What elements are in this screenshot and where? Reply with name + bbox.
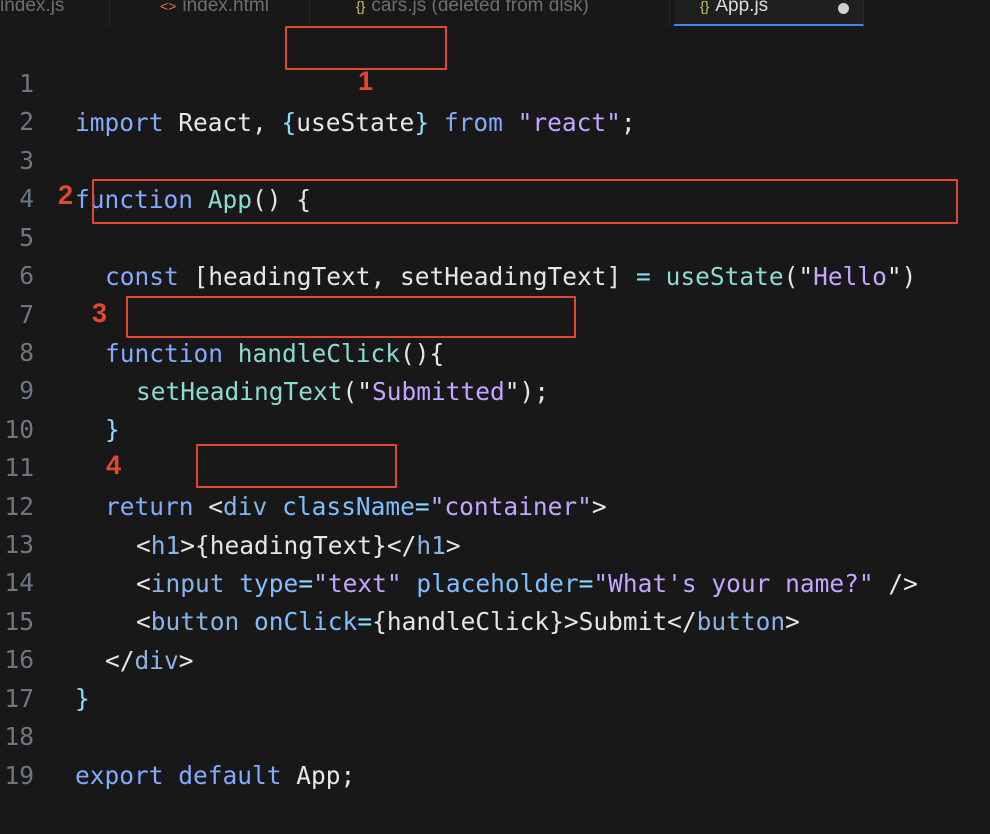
tab-label: cars.js (deleted from disk) [371,0,589,16]
code-line-14: 14 <button onClick={handleClick}>Submit<… [0,526,990,635]
tab-app-js[interactable]: {} App.js [674,0,864,26]
keyword: default [178,760,282,790]
code-line-16: 16 } [0,603,990,712]
code-line-12: 12 <h1>{headingText}</h1> [0,450,990,559]
keyword: export [75,760,164,790]
js-file-icon: {} [700,0,710,14]
code-line-18: 18 export default App; [0,680,990,789]
unsaved-dot-icon[interactable] [838,3,849,14]
code-line-17: 17 [0,642,990,713]
annotation-number-2: 2 [58,180,74,210]
code-line-2: 2 [0,65,990,136]
code-line-1: 1 import React, {useState} from "react"; [0,27,990,136]
tab-label: index.html [182,0,269,16]
annotation-number-4: 4 [106,450,122,480]
code-line-7: 7 function handleClick(){ [0,258,990,367]
code-line-11: 11 return <div className="container"> [0,411,990,520]
code-editor[interactable]: 1 import React, {useState} from "react";… [0,26,990,790]
code-line-6: 6 [0,219,990,290]
code-line-13: 13 <input type="text" placeholder="What'… [0,488,990,597]
tab-label: index.js [0,0,65,16]
code-line-3: 3 function App() { [0,104,990,213]
tab-label: App.js [715,0,769,16]
tab-cars-js[interactable]: {} cars.js (deleted from disk) [340,0,670,26]
tab-index-js[interactable]: index.js [0,0,110,26]
code-line-19: 19 [0,719,990,790]
annotation-number-1: 1 [358,66,374,96]
identifier: App; [281,760,356,790]
line-number: 19 [4,761,34,791]
code-line-5: 5 const [headingText, setHeadingText] = … [0,181,990,290]
tab-index-html[interactable]: <> index.html [140,0,310,26]
code-line-9: 9 } [0,334,990,443]
code-text: export default App; [75,757,355,795]
code-line-15: 15 </div> [0,565,990,674]
code-line-10: 10 [0,373,990,444]
html-file-icon: <> [160,0,177,14]
annotation-number-3: 3 [92,298,108,328]
code-line-8: 8 setHeadingText("Submitted"); [0,296,990,405]
code-line-4: 4 [0,142,990,213]
editor-tab-bar: index.js <> index.html {} cars.js (deleted… [0,0,990,26]
js-file-icon: {} [356,0,366,14]
